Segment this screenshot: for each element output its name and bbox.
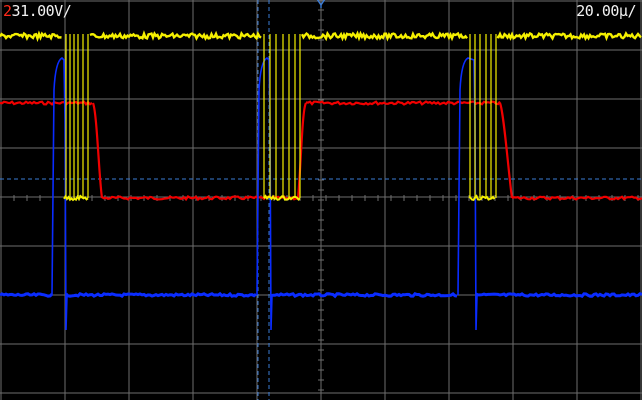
channel-a-label: 2 xyxy=(3,2,12,20)
trace-yellow xyxy=(0,30,62,43)
volts-per-div: 1.00V/ xyxy=(20,2,72,20)
graticule-grid xyxy=(0,0,642,400)
trace-red xyxy=(305,100,501,106)
trace-red xyxy=(91,102,104,199)
trace-red xyxy=(498,102,514,199)
trace-yellow xyxy=(89,30,262,42)
trigger-arrow-icon[interactable] xyxy=(316,0,326,8)
oscilloscope-display: 231.00V/ 20.00µ/ xyxy=(0,0,642,400)
channel-scale-readout: 231.00V/ xyxy=(3,2,72,20)
trace-red xyxy=(296,102,308,199)
channel-b-label: 3 xyxy=(11,2,21,20)
trace-blue xyxy=(270,292,458,299)
trace-blue xyxy=(0,292,53,298)
trace-blue xyxy=(64,291,257,298)
waveform-screen xyxy=(0,0,642,400)
trace-yellow xyxy=(496,30,642,42)
trace-blue xyxy=(475,292,642,298)
timebase-readout: 20.00µ/ xyxy=(576,2,636,20)
